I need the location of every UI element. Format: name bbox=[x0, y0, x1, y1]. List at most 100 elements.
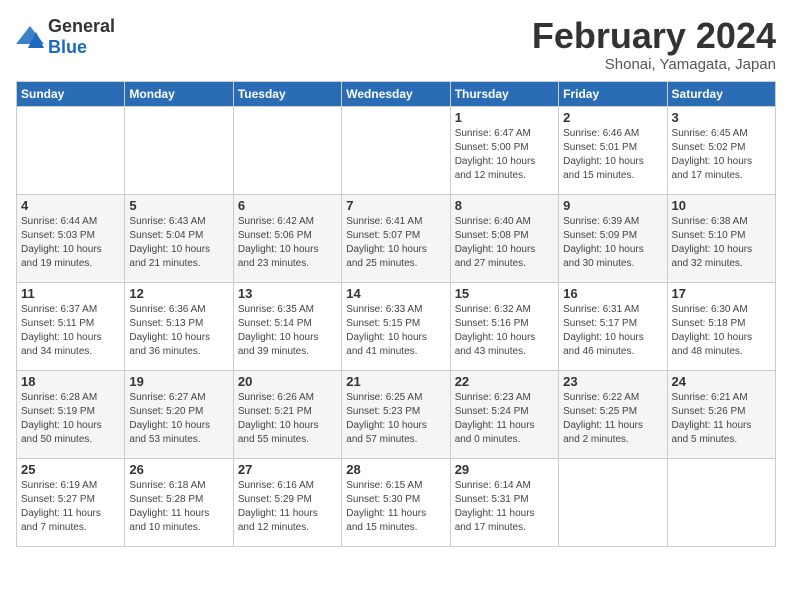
calendar-cell: 17 Sunrise: 6:30 AM Sunset: 5:18 PM Dayli… bbox=[667, 282, 775, 370]
calendar-cell: 22 Sunrise: 6:23 AM Sunset: 5:24 PM Dayli… bbox=[450, 370, 558, 458]
cell-content: Sunrise: 6:25 AM Sunset: 5:23 PM Dayligh… bbox=[346, 391, 445, 447]
day-number: 29 bbox=[455, 462, 554, 477]
cell-content: Sunrise: 6:28 AM Sunset: 5:19 PM Dayligh… bbox=[21, 391, 120, 447]
calendar-cell: 5Sunrise: 6:43 AM Sunset: 5:04 PM Daylig… bbox=[125, 194, 233, 282]
location-subtitle: Shonai, Yamagata, Japan bbox=[532, 56, 776, 73]
calendar-cell: 26 Sunrise: 6:18 AM Sunset: 5:28 PM Dayli… bbox=[125, 458, 233, 546]
calendar-cell bbox=[667, 458, 775, 546]
day-number: 6 bbox=[238, 198, 337, 213]
header-tuesday: Tuesday bbox=[233, 81, 341, 106]
day-number: 1 bbox=[455, 110, 554, 125]
calendar-cell: 23 Sunrise: 6:22 AM Sunset: 5:25 PM Dayli… bbox=[559, 370, 667, 458]
calendar-cell: 21 Sunrise: 6:25 AM Sunset: 5:23 PM Dayli… bbox=[342, 370, 450, 458]
cell-content: Sunrise: 6:16 AM Sunset: 5:29 PM Dayligh… bbox=[238, 479, 337, 535]
calendar-cell: 6 Sunrise: 6:42 AM Sunset: 5:06 PM Daylig… bbox=[233, 194, 341, 282]
logo-icon bbox=[16, 26, 44, 48]
title-area: February 2024 Shonai, Yamagata, Japan bbox=[532, 16, 776, 73]
cell-content: Sunrise: 6:33 AM Sunset: 5:15 PM Dayligh… bbox=[346, 303, 445, 359]
header-wednesday: Wednesday bbox=[342, 81, 450, 106]
week-row-3: 18 Sunrise: 6:28 AM Sunset: 5:19 PM Dayli… bbox=[17, 370, 776, 458]
cell-content: Sunrise: 6:18 AM Sunset: 5:28 PM Dayligh… bbox=[129, 479, 228, 535]
cell-content: Sunrise: 6:27 AM Sunset: 5:20 PM Dayligh… bbox=[129, 391, 228, 447]
cell-content: Sunrise: 6:26 AM Sunset: 5:21 PM Dayligh… bbox=[238, 391, 337, 447]
logo-text: General Blue bbox=[48, 16, 115, 58]
calendar-cell bbox=[559, 458, 667, 546]
day-number: 17 bbox=[672, 286, 771, 301]
cell-content: Sunrise: 6:22 AM Sunset: 5:25 PM Dayligh… bbox=[563, 391, 662, 447]
cell-content: Sunrise: 6:38 AM Sunset: 5:10 PM Dayligh… bbox=[672, 215, 771, 271]
calendar-cell: 20Sunrise: 6:26 AM Sunset: 5:21 PM Dayli… bbox=[233, 370, 341, 458]
cell-content: Sunrise: 6:42 AM Sunset: 5:06 PM Dayligh… bbox=[238, 215, 337, 271]
cell-content: Sunrise: 6:45 AM Sunset: 5:02 PM Dayligh… bbox=[672, 127, 771, 183]
cell-content: Sunrise: 6:44 AM Sunset: 5:03 PM Dayligh… bbox=[21, 215, 120, 271]
day-number: 10 bbox=[672, 198, 771, 213]
calendar-cell bbox=[17, 106, 125, 194]
calendar-cell: 10 Sunrise: 6:38 AM Sunset: 5:10 PM Dayli… bbox=[667, 194, 775, 282]
week-row-0: 1 Sunrise: 6:47 AM Sunset: 5:00 PM Daylig… bbox=[17, 106, 776, 194]
cell-content: Sunrise: 6:30 AM Sunset: 5:18 PM Dayligh… bbox=[672, 303, 771, 359]
day-number: 9 bbox=[563, 198, 662, 213]
calendar-cell: 4 Sunrise: 6:44 AM Sunset: 5:03 PM Daylig… bbox=[17, 194, 125, 282]
day-number: 26 bbox=[129, 462, 228, 477]
day-number: 14 bbox=[346, 286, 445, 301]
calendar-cell: 8 Sunrise: 6:40 AM Sunset: 5:08 PM Daylig… bbox=[450, 194, 558, 282]
cell-content: Sunrise: 6:35 AM Sunset: 5:14 PM Dayligh… bbox=[238, 303, 337, 359]
day-number: 7 bbox=[346, 198, 445, 213]
day-number: 21 bbox=[346, 374, 445, 389]
day-number: 22 bbox=[455, 374, 554, 389]
header-friday: Friday bbox=[559, 81, 667, 106]
calendar-cell bbox=[342, 106, 450, 194]
calendar-cell: 1 Sunrise: 6:47 AM Sunset: 5:00 PM Daylig… bbox=[450, 106, 558, 194]
day-number: 19 bbox=[129, 374, 228, 389]
calendar-cell bbox=[233, 106, 341, 194]
cell-content: Sunrise: 6:41 AM Sunset: 5:07 PM Dayligh… bbox=[346, 215, 445, 271]
day-number: 28 bbox=[346, 462, 445, 477]
cell-content: Sunrise: 6:19 AM Sunset: 5:27 PM Dayligh… bbox=[21, 479, 120, 535]
header-thursday: Thursday bbox=[450, 81, 558, 106]
cell-content: Sunrise: 6:14 AM Sunset: 5:31 PM Dayligh… bbox=[455, 479, 554, 535]
day-number: 11 bbox=[21, 286, 120, 301]
calendar-cell: 28Sunrise: 6:15 AM Sunset: 5:30 PM Dayli… bbox=[342, 458, 450, 546]
cell-content: Sunrise: 6:37 AM Sunset: 5:11 PM Dayligh… bbox=[21, 303, 120, 359]
calendar-cell: 14 Sunrise: 6:33 AM Sunset: 5:15 PM Dayli… bbox=[342, 282, 450, 370]
day-number: 4 bbox=[21, 198, 120, 213]
day-number: 2 bbox=[563, 110, 662, 125]
logo-general: General bbox=[48, 16, 115, 36]
header-monday: Monday bbox=[125, 81, 233, 106]
day-number: 23 bbox=[563, 374, 662, 389]
calendar-cell: 13Sunrise: 6:35 AM Sunset: 5:14 PM Dayli… bbox=[233, 282, 341, 370]
cell-content: Sunrise: 6:47 AM Sunset: 5:00 PM Dayligh… bbox=[455, 127, 554, 183]
calendar-cell bbox=[125, 106, 233, 194]
day-number: 24 bbox=[672, 374, 771, 389]
cell-content: Sunrise: 6:39 AM Sunset: 5:09 PM Dayligh… bbox=[563, 215, 662, 271]
cell-content: Sunrise: 6:36 AM Sunset: 5:13 PM Dayligh… bbox=[129, 303, 228, 359]
logo: General Blue bbox=[16, 16, 115, 58]
calendar-cell: 19 Sunrise: 6:27 AM Sunset: 5:20 PM Dayli… bbox=[125, 370, 233, 458]
cell-content: Sunrise: 6:46 AM Sunset: 5:01 PM Dayligh… bbox=[563, 127, 662, 183]
day-number: 18 bbox=[21, 374, 120, 389]
calendar-cell: 24Sunrise: 6:21 AM Sunset: 5:26 PM Dayli… bbox=[667, 370, 775, 458]
header-saturday: Saturday bbox=[667, 81, 775, 106]
cell-content: Sunrise: 6:40 AM Sunset: 5:08 PM Dayligh… bbox=[455, 215, 554, 271]
day-number: 8 bbox=[455, 198, 554, 213]
page-header: General Blue February 2024 Shonai, Yamag… bbox=[16, 16, 776, 73]
calendar-cell: 27Sunrise: 6:16 AM Sunset: 5:29 PM Dayli… bbox=[233, 458, 341, 546]
week-row-4: 25 Sunrise: 6:19 AM Sunset: 5:27 PM Dayli… bbox=[17, 458, 776, 546]
day-number: 12 bbox=[129, 286, 228, 301]
calendar-cell: 7 Sunrise: 6:41 AM Sunset: 5:07 PM Daylig… bbox=[342, 194, 450, 282]
week-row-2: 11 Sunrise: 6:37 AM Sunset: 5:11 PM Dayli… bbox=[17, 282, 776, 370]
header-row: SundayMondayTuesdayWednesdayThursdayFrid… bbox=[17, 81, 776, 106]
calendar-cell: 25 Sunrise: 6:19 AM Sunset: 5:27 PM Dayli… bbox=[17, 458, 125, 546]
calendar-cell: 3 Sunrise: 6:45 AM Sunset: 5:02 PM Daylig… bbox=[667, 106, 775, 194]
calendar-cell: 15Sunrise: 6:32 AM Sunset: 5:16 PM Dayli… bbox=[450, 282, 558, 370]
day-number: 25 bbox=[21, 462, 120, 477]
calendar-cell: 2 Sunrise: 6:46 AM Sunset: 5:01 PM Daylig… bbox=[559, 106, 667, 194]
day-number: 3 bbox=[672, 110, 771, 125]
logo-blue: Blue bbox=[48, 37, 87, 57]
cell-content: Sunrise: 6:43 AM Sunset: 5:04 PM Dayligh… bbox=[129, 215, 228, 271]
header-sunday: Sunday bbox=[17, 81, 125, 106]
calendar-cell: 11 Sunrise: 6:37 AM Sunset: 5:11 PM Dayli… bbox=[17, 282, 125, 370]
month-title: February 2024 bbox=[532, 16, 776, 56]
cell-content: Sunrise: 6:23 AM Sunset: 5:24 PM Dayligh… bbox=[455, 391, 554, 447]
day-number: 15 bbox=[455, 286, 554, 301]
